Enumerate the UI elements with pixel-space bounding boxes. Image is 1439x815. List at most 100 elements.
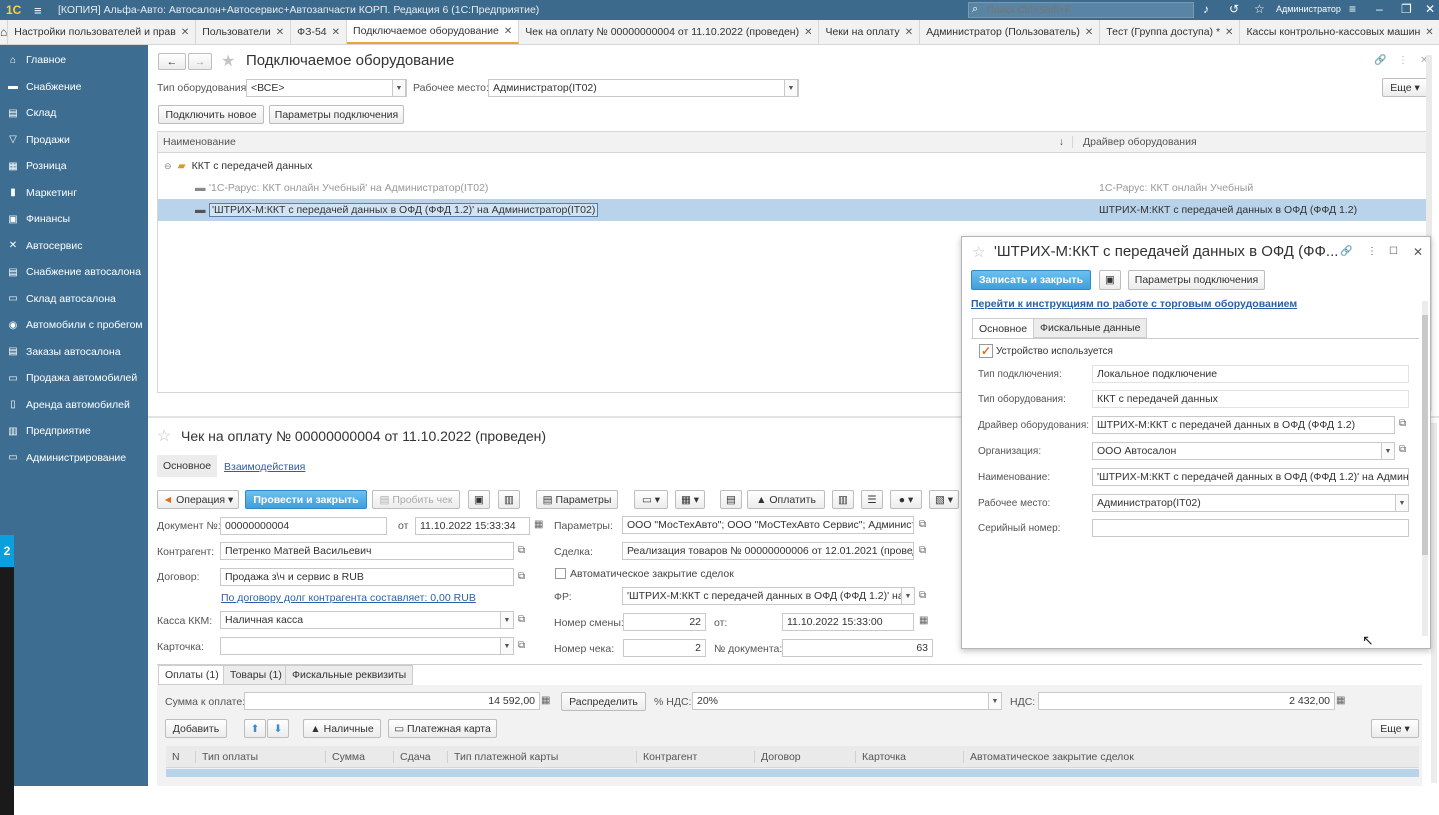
back-button[interactable]: ←	[158, 53, 186, 70]
nav-main[interactable]: Основное	[157, 455, 217, 477]
card-field[interactable]	[220, 637, 514, 655]
kkm-dropdown-icon[interactable]: ▼	[500, 611, 514, 629]
tab-users[interactable]: Пользователи ✕	[196, 20, 292, 44]
dialog-save-icon[interactable]: ▣	[1099, 270, 1121, 290]
attach-icon[interactable]: ▧ ▾	[929, 490, 959, 509]
open-org-icon[interactable]: ⧉	[1399, 444, 1406, 455]
vat-pct-dropdown-icon[interactable]: ▼	[988, 692, 1002, 710]
close-tab-icon[interactable]: ✕	[1425, 27, 1433, 38]
contract-field[interactable]: Продажа з\ч и сервис в RUB	[220, 568, 514, 586]
contractor-field[interactable]: Петренко Матвей Васильевич	[220, 542, 514, 560]
vat-field[interactable]: 2 432,00	[1038, 692, 1335, 710]
print-menu-icon[interactable]: ▭ ▾	[634, 490, 668, 509]
instructions-link[interactable]: Перейти к инструкциям по работе с торгов…	[971, 298, 1297, 310]
nav-interactions-link[interactable]: Взаимодействия	[224, 461, 305, 473]
dialog-more-icon[interactable]: ⋮	[1367, 246, 1377, 257]
tab-fz54[interactable]: ФЗ-54 ✕	[291, 20, 348, 44]
col-pay-type[interactable]: Тип оплаты	[196, 750, 326, 763]
workplace-dropdown-icon[interactable]: ▼	[784, 79, 798, 97]
open-fr-icon[interactable]: ⧉	[919, 590, 926, 601]
vat-calculator-icon[interactable]: ▦	[1336, 695, 1345, 706]
workplace-field[interactable]: Администратор(IT02)	[488, 79, 799, 97]
calendar-icon[interactable]: ▦	[534, 519, 543, 530]
debt-link[interactable]: По договору долг контрагента составляет:…	[221, 592, 476, 604]
device-used-checkbox[interactable]: ✓	[979, 344, 993, 358]
receipt-favorite-star-icon[interactable]: ☆	[157, 426, 171, 446]
close-window-icon[interactable]: ✕	[1425, 2, 1435, 16]
cash-button[interactable]: ▲ Наличные	[303, 719, 381, 738]
sidebar-item-7[interactable]: ✕ Автосервис	[0, 233, 148, 260]
doc-date-field[interactable]: 11.10.2022 15:33:34	[415, 517, 530, 535]
sidebar-item-14[interactable]: ▥ Предприятие	[0, 418, 148, 445]
shift-field[interactable]: 22	[623, 613, 706, 631]
dialog-tab-fiscal[interactable]: Фискальные данные	[1033, 318, 1148, 338]
col-change[interactable]: Сдача	[394, 750, 448, 763]
sidebar-item-9[interactable]: ▭ Склад автосалона	[0, 286, 148, 313]
current-user[interactable]: Администратор	[1276, 4, 1341, 14]
global-search[interactable]: ⌕	[968, 2, 1194, 18]
payments-more-button[interactable]: Еще ▾	[1371, 719, 1419, 738]
shift-date-field[interactable]: 11.10.2022 15:33:00	[782, 613, 914, 631]
sidebar-item-12[interactable]: ▭ Продажа автомобилей	[0, 365, 148, 392]
minimize-icon[interactable]: –	[1376, 2, 1383, 16]
tab-goods[interactable]: Товары (1)	[223, 665, 289, 685]
serial-field[interactable]	[1092, 519, 1409, 537]
name-field[interactable]: 'ШТРИХ-М:ККТ с передачей данных в ОФД (Ф…	[1092, 468, 1409, 486]
close-tab-icon[interactable]: ✕	[804, 27, 812, 38]
connection-params-button[interactable]: Параметры подключения	[269, 105, 404, 124]
shift-calendar-icon[interactable]: ▦	[919, 615, 928, 626]
col-card[interactable]: Карточка	[856, 750, 964, 763]
sidebar-item-15[interactable]: ▭ Администрирование	[0, 445, 148, 472]
driver-field[interactable]: ШТРИХ-М:ККТ с передачей данных в ОФД (ФФ…	[1092, 416, 1395, 434]
open-card-icon[interactable]: ⧉	[518, 640, 525, 651]
payments-row[interactable]	[166, 769, 1419, 777]
history-icon[interactable]: ↺	[1229, 2, 1239, 16]
col-n[interactable]: N	[166, 750, 196, 763]
sidebar-item-2[interactable]: ▤ Склад	[0, 100, 148, 127]
dialog-scrollbar[interactable]	[1422, 301, 1428, 636]
structure-icon[interactable]: ☰	[861, 490, 883, 509]
restore-icon[interactable]: ❐	[1401, 2, 1412, 16]
side-panel-toggle[interactable]: 2	[0, 535, 14, 567]
home-tab-icon[interactable]: ⌂	[0, 20, 9, 44]
dialog-close-icon[interactable]: ✕	[1413, 245, 1423, 259]
org-field[interactable]: ООО Автосалон	[1092, 442, 1395, 460]
tab-payment-receipt[interactable]: Чек на оплату № 00000000004 от 11.10.202…	[519, 20, 820, 44]
open-contract-icon[interactable]: ⧉	[518, 571, 525, 582]
calculator-icon[interactable]: ▦	[541, 695, 550, 706]
open-contractor-icon[interactable]: ⧉	[518, 545, 525, 556]
save-icon[interactable]: ▣	[468, 490, 490, 509]
bell-icon[interactable]: ♪	[1203, 2, 1209, 16]
card-dropdown-icon[interactable]: ▼	[500, 637, 514, 655]
sidebar-item-11[interactable]: ▤ Заказы автосалона	[0, 339, 148, 366]
sidebar-item-0[interactable]: ⌂ Главное	[0, 47, 148, 74]
connect-new-button[interactable]: Подключить новое	[158, 105, 264, 124]
sidebar-item-4[interactable]: ▦ Розница	[0, 153, 148, 180]
open-kkm-icon[interactable]: ⧉	[518, 614, 525, 625]
open-deal-icon[interactable]: ⧉	[919, 545, 926, 556]
col-contract[interactable]: Договор	[755, 750, 856, 763]
favorites-star-icon[interactable]: ☆	[1254, 2, 1265, 16]
dialog-maximize-icon[interactable]: ☐	[1389, 246, 1398, 257]
favorite-star-icon[interactable]: ★	[221, 51, 235, 71]
options-icon[interactable]: ● ▾	[890, 490, 922, 509]
vat-pct-field[interactable]: 20%	[692, 692, 1002, 710]
sidebar-item-3[interactable]: ▽ Продажи	[0, 127, 148, 154]
fr-field[interactable]: 'ШТРИХ-М:ККТ с передачей данных в ОФД (Ф…	[622, 587, 914, 605]
pay-card-button[interactable]: ▭ Платежная карта	[388, 719, 497, 738]
tab-kkm-registers[interactable]: Кассы контрольно-кассовых машин ✕	[1240, 20, 1439, 44]
settings-menu-icon[interactable]: ≡	[1349, 2, 1356, 16]
col-auto-close[interactable]: Автоматическое закрытие сделок	[964, 751, 1134, 763]
post-and-close-button[interactable]: Провести и закрыть	[245, 490, 367, 509]
params-field[interactable]: ООО "МосТехАвто"; ООО "МоСТехАвто Сервис…	[622, 516, 914, 534]
sum-field[interactable]: 14 592,00	[244, 692, 540, 710]
close-tab-icon[interactable]: ✕	[1085, 27, 1093, 38]
forward-button[interactable]: →	[188, 53, 212, 70]
parameters-button[interactable]: ▤ Параметры	[536, 490, 618, 509]
close-tab-icon[interactable]: ✕	[181, 27, 189, 38]
dialog-favorite-star-icon[interactable]: ☆	[972, 243, 985, 261]
close-tab-icon[interactable]: ✕	[332, 27, 340, 38]
move-down-icon[interactable]: ⬇	[267, 719, 289, 738]
report-icon[interactable]: ▥	[832, 490, 854, 509]
type-dropdown-icon[interactable]: ▼	[392, 79, 406, 97]
